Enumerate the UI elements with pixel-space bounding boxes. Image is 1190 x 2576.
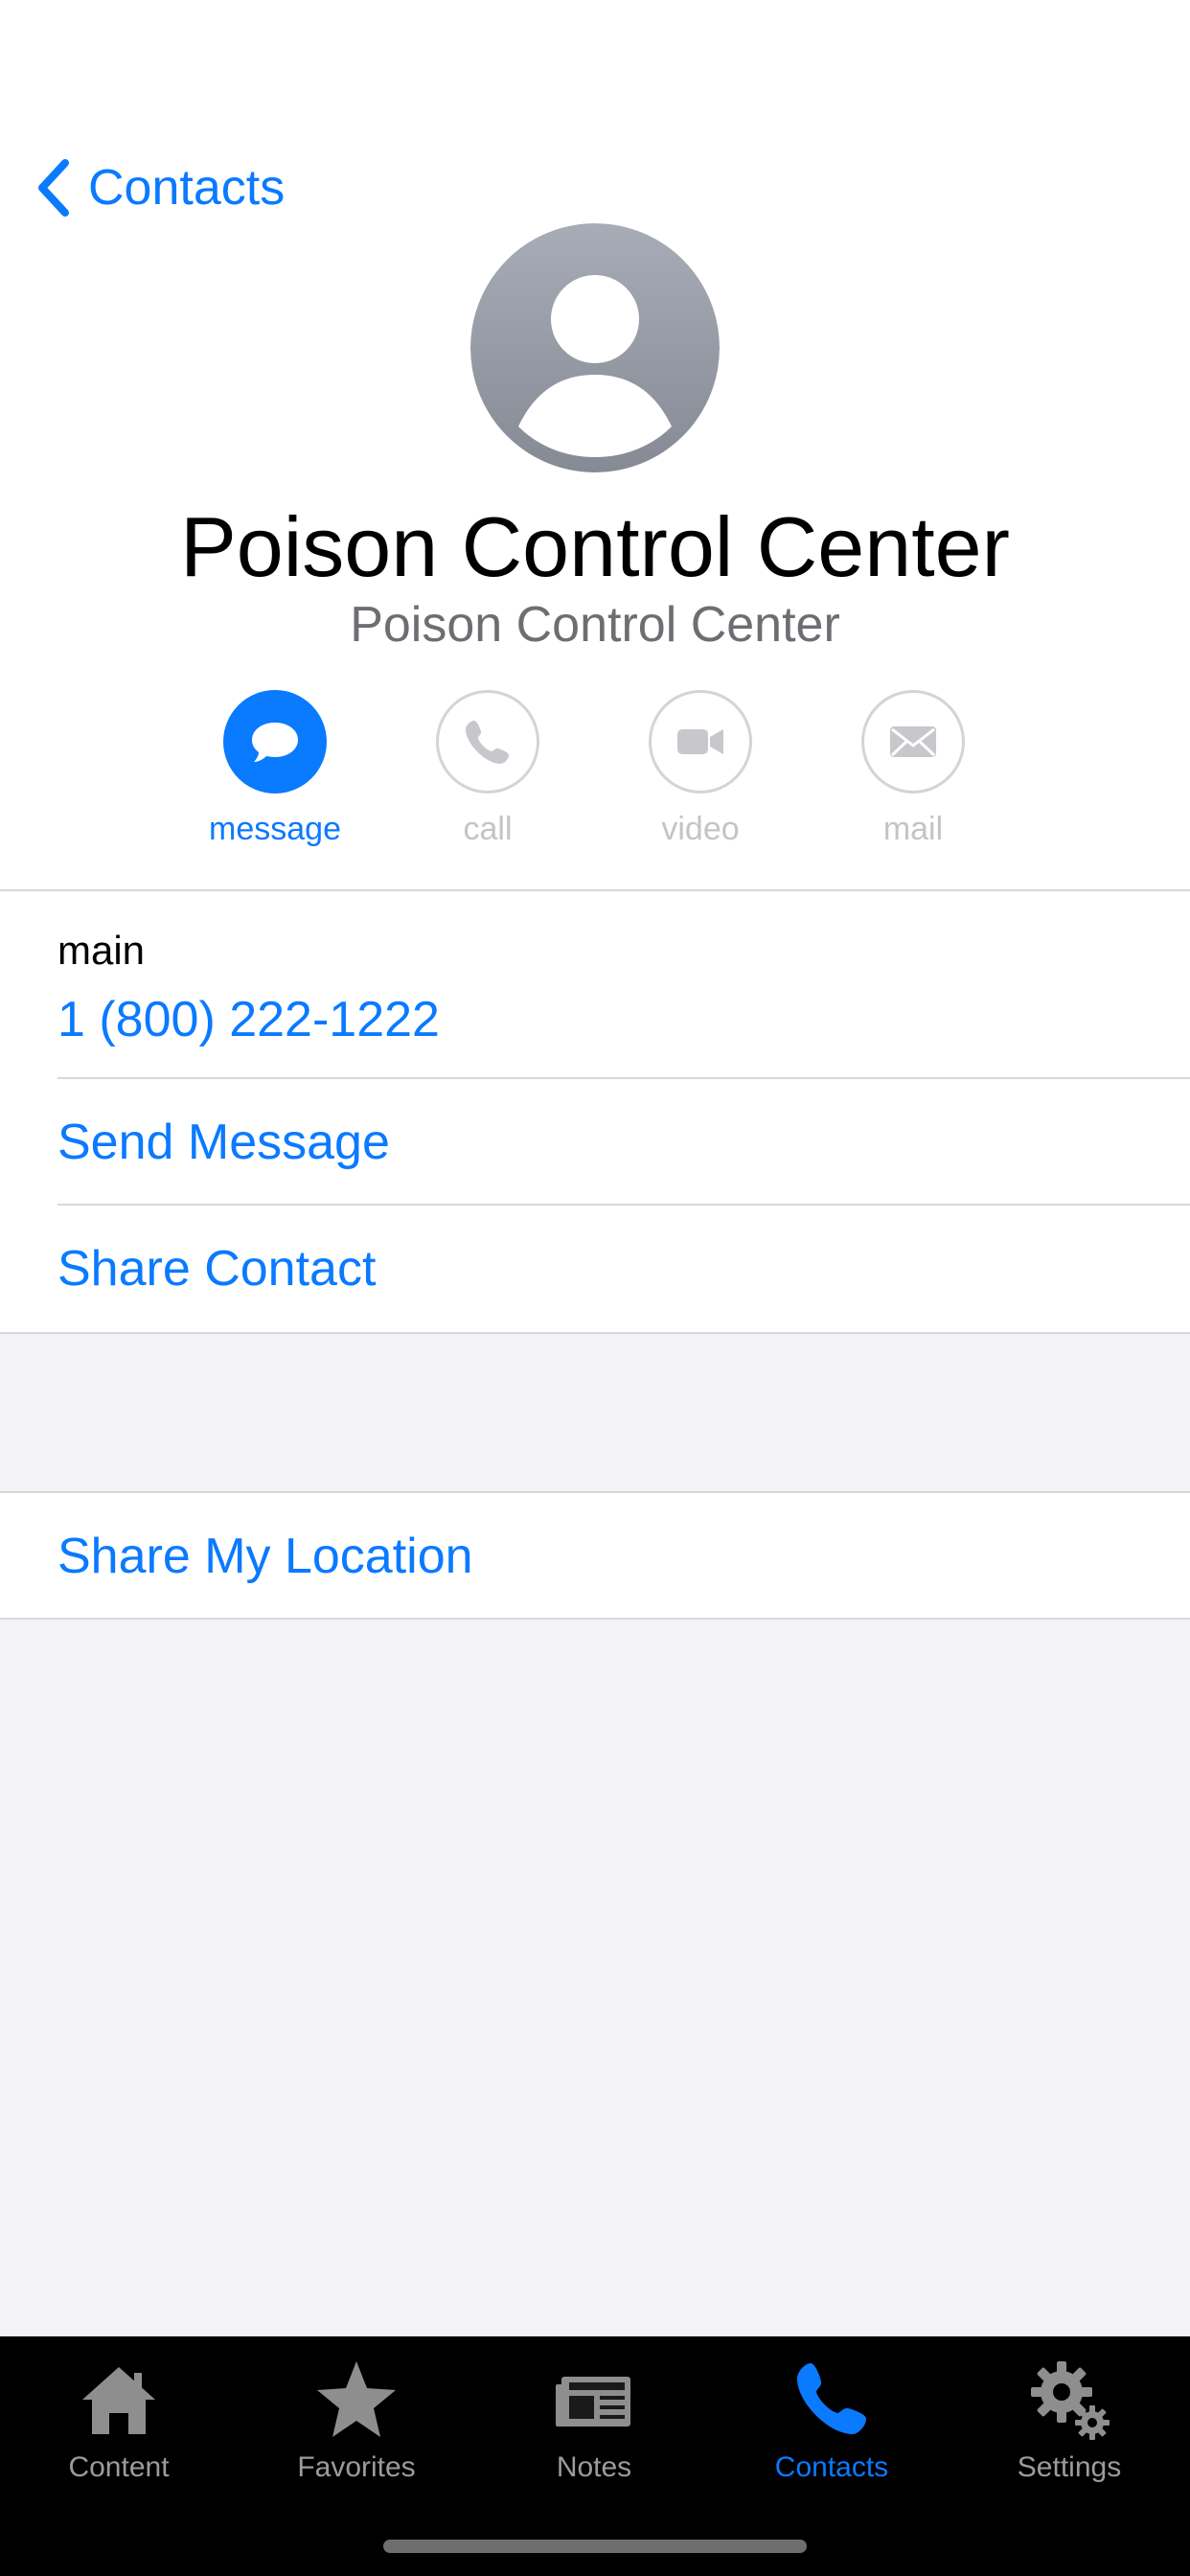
separator <box>57 1204 1190 1206</box>
back-label: Contacts <box>88 160 286 216</box>
video-action[interactable]: video <box>624 690 777 848</box>
message-bubble-icon <box>252 723 298 762</box>
call-action-circle[interactable] <box>436 690 539 794</box>
send-message-link[interactable]: Send Message <box>57 1114 390 1171</box>
tab-settings[interactable]: Settings <box>950 2354 1188 2484</box>
phone-icon <box>466 721 509 764</box>
mail-action-circle[interactable] <box>861 690 965 794</box>
tab-content[interactable]: Content <box>0 2354 238 2484</box>
contact-header: Contacts Poison Control Center Poison Co… <box>0 0 1190 891</box>
tab-notes-label: Notes <box>556 2451 632 2483</box>
newspaper-icon <box>556 2377 630 2426</box>
star-icon <box>317 2361 396 2437</box>
house-icon <box>82 2367 155 2434</box>
contact-name: Poison Control Center <box>180 499 1010 594</box>
envelope-icon <box>890 726 936 757</box>
tab-settings-label: Settings <box>1017 2451 1122 2483</box>
message-action-label: message <box>209 811 341 847</box>
video-action-label: video <box>661 811 740 847</box>
quick-actions: message call video mail <box>0 690 1190 853</box>
contact-details-list: main 1 (800) 222-1222 Send Message Share… <box>0 891 1190 1334</box>
separator <box>57 1077 1190 1079</box>
call-action-label: call <box>463 811 513 847</box>
mail-action[interactable]: mail <box>836 690 990 848</box>
video-camera-icon <box>677 729 723 754</box>
message-action[interactable]: message <box>198 690 352 848</box>
tab-contacts[interactable]: Contacts <box>713 2354 950 2484</box>
share-location-link[interactable]: Share My Location <box>57 1528 473 1585</box>
home-indicator[interactable] <box>383 2540 807 2553</box>
tab-favorites-label: Favorites <box>297 2451 416 2483</box>
tab-content-label: Content <box>68 2451 170 2483</box>
call-action[interactable]: call <box>411 690 564 848</box>
message-action-circle[interactable] <box>223 690 327 794</box>
video-action-circle[interactable] <box>649 690 752 794</box>
mail-action-label: mail <box>882 811 944 847</box>
gear-icon <box>1031 2361 1110 2440</box>
share-contact-link[interactable]: Share Contact <box>57 1240 376 1298</box>
tab-contacts-label: Contacts <box>774 2451 889 2483</box>
phone-label: main <box>57 928 146 973</box>
location-list: Share My Location <box>0 1491 1190 1620</box>
contact-subtitle: Poison Control Center <box>350 597 840 653</box>
back-button[interactable]: Contacts <box>34 153 285 222</box>
chevron-left-icon <box>38 159 69 217</box>
tab-favorites[interactable]: Favorites <box>238 2354 475 2484</box>
phone-icon <box>797 2363 866 2434</box>
person-silhouette-icon <box>470 223 720 472</box>
tab-notes[interactable]: Notes <box>475 2354 713 2484</box>
phone-number[interactable]: 1 (800) 222-1222 <box>57 991 440 1048</box>
avatar <box>470 223 720 472</box>
